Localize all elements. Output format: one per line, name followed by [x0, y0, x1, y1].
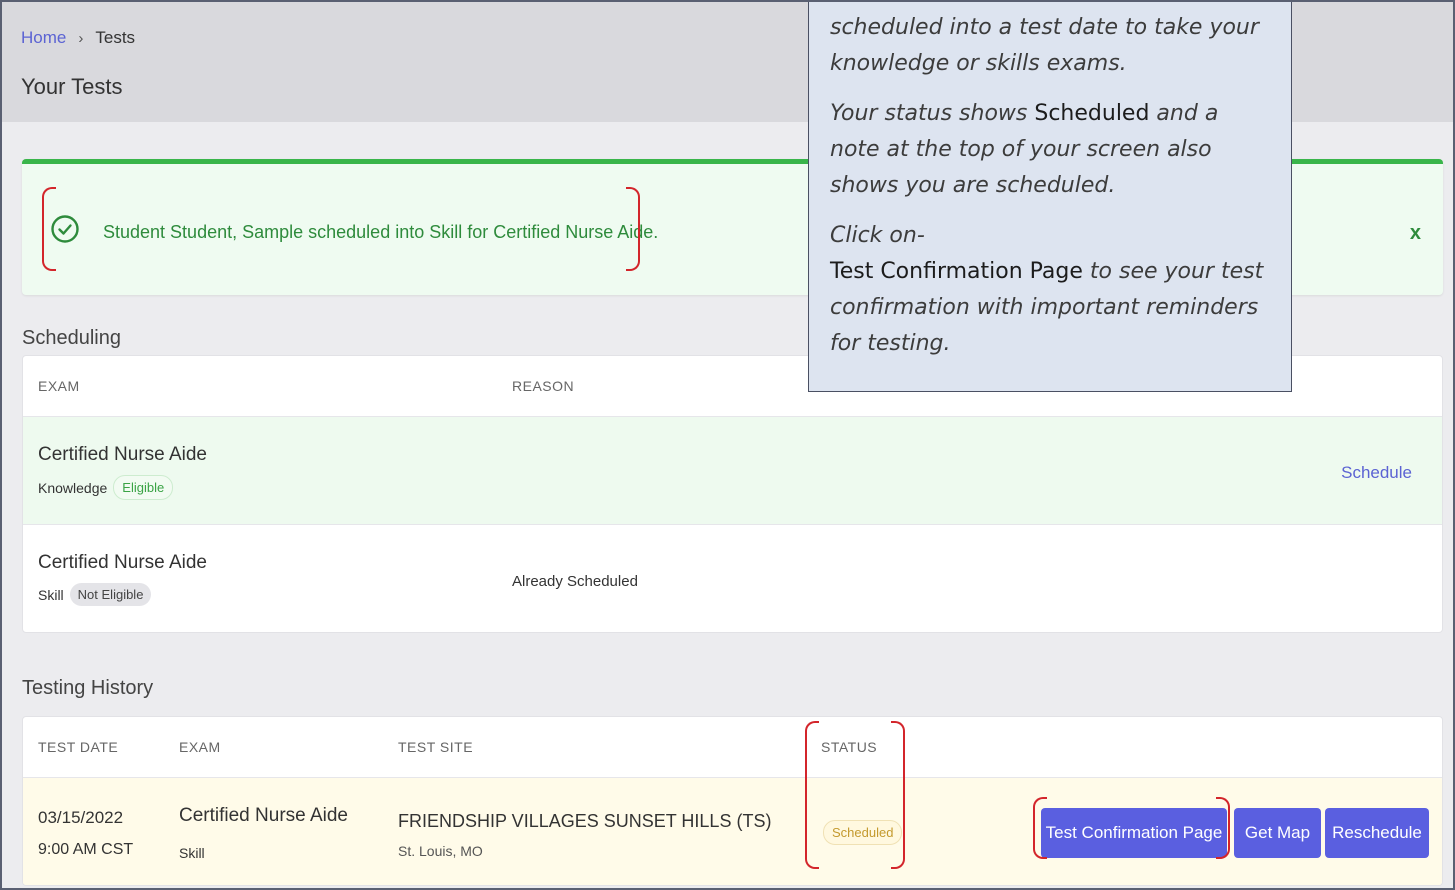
annotation-bracket-left [42, 187, 56, 271]
callout-confirmation-text: Test Confirmation Page to see your test … [830, 259, 1264, 356]
exam-name: Certified Nurse Aide [38, 552, 207, 573]
test-site-name: FRIENDSHIP VILLAGES SUNSET HILLS (TS) [398, 811, 772, 831]
annotation-bracket-right [626, 187, 640, 271]
instruction-callout: scheduled into a test date to take your … [808, 2, 1292, 392]
column-header-exam: EXAM [179, 739, 221, 755]
exam-type: Skill [179, 845, 205, 861]
scheduling-heading: Scheduling [22, 327, 121, 349]
reason-text: Already Scheduled [512, 573, 638, 590]
test-time: 9:00 AM CST [38, 841, 134, 858]
exam-type: Knowledge Eligible [38, 475, 174, 500]
alert-message: Student Student, Sample scheduled into S… [103, 222, 659, 242]
schedule-link[interactable]: Schedule [1341, 463, 1412, 483]
annotation-bracket-right [891, 721, 905, 869]
test-site-location: St. Louis, MO [398, 843, 483, 859]
scheduling-table: EXAM REASON Certified Nurse Aide Knowled… [22, 355, 1443, 633]
exam-type-label: Knowledge [38, 479, 108, 496]
exam-name: Certified Nurse Aide [38, 444, 207, 465]
status-badge: Eligible [113, 475, 174, 500]
callout-click-text: Click on- [830, 223, 925, 248]
table-row: Certified Nurse Aide Skill Not Eligible … [23, 524, 1442, 632]
column-header-reason: REASON [512, 378, 575, 394]
reschedule-button[interactable]: Reschedule [1325, 808, 1429, 858]
breadcrumb-home-link[interactable]: Home [21, 28, 66, 48]
callout-status-text: Your status shows Scheduled and a note a… [830, 101, 1219, 198]
testing-history-heading: Testing History [22, 677, 154, 699]
close-icon[interactable]: x [1410, 222, 1421, 245]
exam-type-label: Skill [38, 586, 64, 603]
column-header-status: STATUS [821, 739, 878, 755]
test-confirmation-page-button[interactable]: Test Confirmation Page [1041, 808, 1227, 858]
get-map-button[interactable]: Get Map [1234, 808, 1321, 858]
annotation-bracket-left [805, 721, 819, 869]
testing-history-table: TEST DATE EXAM TEST SITE STATUS 03/15/20… [22, 716, 1443, 886]
exam-name: Certified Nurse Aide [179, 805, 348, 826]
breadcrumb: Home › Tests [21, 28, 135, 48]
chevron-right-icon: › [78, 29, 84, 47]
column-header-test-date: TEST DATE [38, 739, 119, 755]
exam-type: Skill Not Eligible [38, 583, 152, 606]
annotation-bracket-left [1033, 797, 1047, 859]
annotation-bracket-right [1216, 797, 1230, 859]
column-header-exam: EXAM [38, 378, 80, 394]
test-date: 03/15/2022 [38, 808, 124, 827]
status-badge: Not Eligible [69, 583, 152, 606]
callout-text: scheduled into a test date to take your … [830, 15, 1259, 76]
breadcrumb-current: Tests [95, 28, 136, 47]
column-header-test-site: TEST SITE [398, 739, 474, 755]
table-row: Certified Nurse Aide Knowledge Eligible … [23, 416, 1442, 524]
page-title: Your Tests [21, 74, 123, 99]
